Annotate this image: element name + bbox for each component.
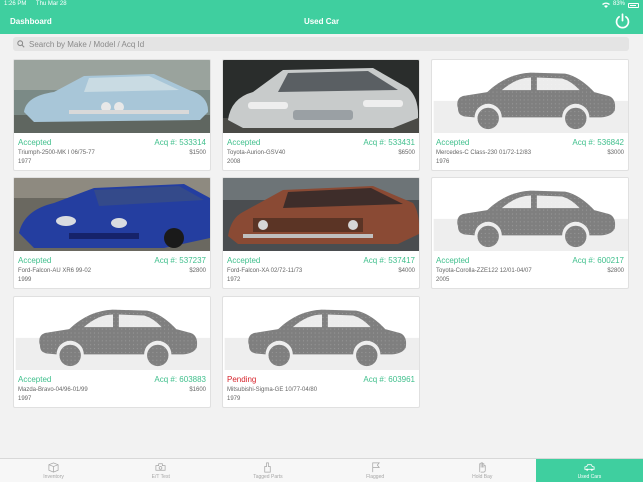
car-price: $1600 — [189, 387, 206, 393]
tab-label: Used Cars — [577, 474, 602, 480]
engine-icon — [155, 463, 166, 471]
car-photo — [14, 60, 210, 133]
car-card[interactable]: Accepted Acq #: 533431 Toyota-Aurion-GSV40… — [222, 59, 420, 171]
car-price: $3000 — [607, 150, 624, 156]
acq-number: Acq #: 536842 — [572, 138, 624, 147]
search-bar[interactable] — [13, 37, 629, 51]
car-model: Ford-Falcon-XA 02/72-11/73 — [227, 268, 303, 274]
tab-et-test[interactable]: E/T Test — [107, 459, 214, 482]
car-price: $4000 — [398, 268, 415, 274]
flag-icon — [371, 462, 380, 473]
car-card-info: Accepted Acq #: 600217 Toyota-Corolla-ZZE1… — [432, 251, 628, 288]
car-placeholder-icon — [223, 297, 419, 370]
status-label: Pending — [227, 375, 257, 384]
tab-tagged-parts[interactable]: Tagged Parts — [214, 459, 321, 482]
navigation-bar: Dashboard Used Car — [0, 9, 643, 34]
car-model: Mazda-Bravo-04/96-01/99 — [18, 387, 88, 393]
status-label: Accepted — [18, 256, 52, 265]
battery-percent: 83% — [612, 1, 625, 7]
car-model: Mitsubishi-Sigma-GE 10/77-04/80 — [227, 387, 318, 393]
car-card-info: Accepted Acq #: 603883 Mazda-Bravo-04/96-0… — [14, 370, 210, 407]
acq-number: Acq #: 600217 — [572, 256, 624, 265]
tab-used-cars[interactable]: Used Cars — [535, 459, 643, 482]
status-bar: 1:26 PM Thu Mar 28 83% — [0, 0, 643, 9]
car-card-info: Accepted Acq #: 533314 Triumph-2500-MK I 0… — [14, 133, 210, 170]
hand-icon — [479, 462, 486, 473]
box-icon — [48, 462, 59, 473]
car-year: 1976 — [436, 159, 450, 165]
status-label: Accepted — [18, 375, 52, 384]
tab-hold-bay[interactable]: Hold Bay — [429, 459, 536, 482]
car-placeholder-icon — [432, 178, 628, 251]
car-placeholder-icon — [14, 297, 210, 370]
car-model: Mercedes-C Class-230 01/72-12/83 — [436, 150, 532, 156]
status-label: Accepted — [227, 138, 261, 147]
tab-bar: Inventory E/T Test Tagged Parts Flagged … — [0, 458, 643, 482]
dashboard-back-button[interactable]: Dashboard — [10, 9, 52, 34]
page-title: Used Car — [303, 17, 340, 26]
search-icon — [17, 40, 25, 48]
acq-number: Acq #: 537237 — [154, 256, 206, 265]
car-model: Triumph-2500-MK I 06/75-77 — [18, 150, 95, 156]
tab-label: Inventory — [43, 474, 64, 480]
car-year: 1999 — [18, 277, 32, 283]
car-card[interactable]: Accepted Acq #: 600217 Toyota-Corolla-ZZE1… — [431, 177, 629, 289]
car-card[interactable]: Accepted Acq #: 533314 Triumph-2500-MK I 0… — [13, 59, 211, 171]
tab-label: E/T Test — [151, 474, 170, 480]
battery-icon — [628, 2, 639, 8]
car-card[interactable]: Accepted Acq #: 537417 Ford-Falcon-XA 02/7… — [222, 177, 420, 289]
tab-label: Tagged Parts — [253, 474, 283, 480]
car-card-info: Accepted Acq #: 536842 Mercedes-C Class-23… — [432, 133, 628, 170]
status-time: 1:26 PM — [4, 1, 27, 7]
car-photo — [223, 178, 419, 251]
car-icon — [584, 464, 595, 471]
car-photo — [223, 60, 419, 133]
car-card[interactable]: Accepted Acq #: 536842 Mercedes-C Class-23… — [431, 59, 629, 171]
car-model: Toyota-Aurion-GSV40 — [227, 150, 286, 156]
car-year: 1977 — [18, 159, 32, 165]
car-year: 1972 — [227, 277, 241, 283]
tag-hand-icon — [264, 462, 272, 473]
acq-number: Acq #: 603883 — [154, 375, 206, 384]
car-price: $2800 — [189, 268, 206, 274]
car-card-info: Accepted Acq #: 533431 Toyota-Aurion-GSV40… — [223, 133, 419, 170]
search-input[interactable] — [29, 39, 609, 49]
tab-flagged[interactable]: Flagged — [322, 459, 429, 482]
car-year: 2008 — [227, 159, 241, 165]
car-card-info: Accepted Acq #: 537417 Ford-Falcon-XA 02/7… — [223, 251, 419, 288]
acq-number: Acq #: 533314 — [154, 138, 206, 147]
status-date: Thu Mar 28 — [35, 1, 67, 7]
acq-number: Acq #: 533431 — [363, 138, 415, 147]
wifi-icon — [601, 2, 610, 8]
tab-label: Hold Bay — [472, 474, 493, 480]
tab-inventory[interactable]: Inventory — [0, 459, 107, 482]
car-card[interactable]: Pending Acq #: 603961 Mitsubishi-Sigma-GE … — [222, 296, 420, 408]
car-placeholder-icon — [432, 60, 628, 133]
status-label: Accepted — [436, 138, 470, 147]
acq-number: Acq #: 537417 — [363, 256, 415, 265]
car-year: 1997 — [18, 396, 32, 402]
acq-number: Acq #: 603961 — [363, 375, 415, 384]
car-card-info: Pending Acq #: 603961 Mitsubishi-Sigma-GE … — [223, 370, 419, 407]
car-year: 2005 — [436, 277, 450, 283]
car-price: $2800 — [607, 268, 624, 274]
car-card[interactable]: Accepted Acq #: 537237 Ford-Falcon-AU XR6 … — [13, 177, 211, 289]
car-year: 1979 — [227, 396, 241, 402]
car-photo — [14, 178, 210, 251]
car-model: Ford-Falcon-AU XR6 99-02 — [18, 268, 92, 274]
car-price: $6500 — [398, 150, 415, 156]
car-card[interactable]: Accepted Acq #: 603883 Mazda-Bravo-04/96-0… — [13, 296, 211, 408]
status-label: Accepted — [436, 256, 470, 265]
car-model: Toyota-Corolla-ZZE122 12/01-04/07 — [436, 268, 532, 274]
tab-label: Flagged — [366, 474, 385, 480]
status-label: Accepted — [18, 138, 52, 147]
car-card-info: Accepted Acq #: 537237 Ford-Falcon-AU XR6 … — [14, 251, 210, 288]
power-icon[interactable] — [614, 13, 631, 30]
car-price: $1500 — [189, 150, 206, 156]
status-label: Accepted — [227, 256, 261, 265]
